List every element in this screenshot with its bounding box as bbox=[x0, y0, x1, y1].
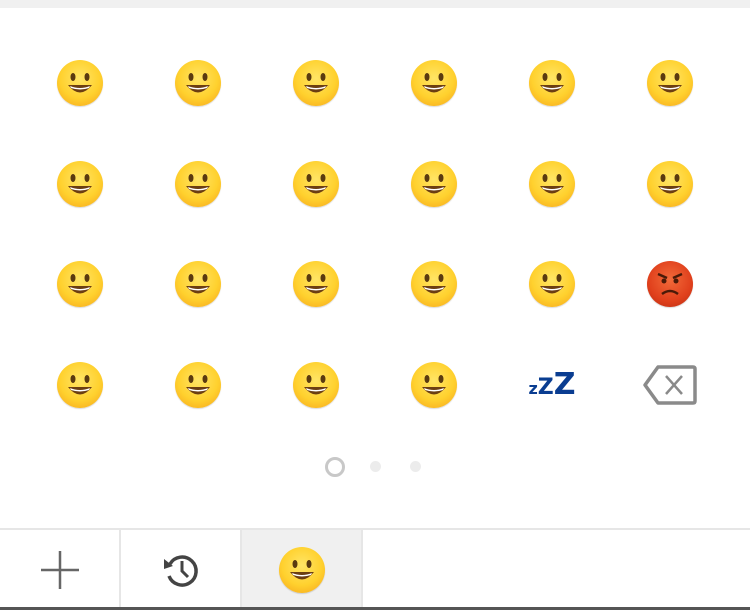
emoji-winking-face-with-tongue[interactable] bbox=[611, 134, 729, 235]
emoji-winking-face[interactable] bbox=[611, 33, 729, 134]
smiling-face-with-smiling-eyes-icon bbox=[57, 160, 103, 207]
thinking-face-icon bbox=[411, 261, 457, 308]
grinning-face-icon bbox=[278, 547, 325, 593]
emoji-heart-eyes-face[interactable] bbox=[257, 134, 375, 235]
emoji-grinning-face[interactable] bbox=[21, 33, 139, 134]
page-dot-2[interactable] bbox=[370, 461, 381, 472]
category-bar bbox=[0, 528, 750, 610]
sunglasses-face-icon bbox=[57, 261, 103, 308]
kissing-face-icon bbox=[529, 160, 575, 207]
winking-face-with-tongue-icon bbox=[647, 160, 693, 207]
grinning-face-icon bbox=[57, 60, 103, 107]
emoji-face-with-medical-mask[interactable] bbox=[257, 335, 375, 436]
emoji-face-with-steam[interactable] bbox=[21, 335, 139, 436]
backspace-button[interactable] bbox=[611, 335, 729, 436]
emoji-face-savoring-food[interactable] bbox=[139, 134, 257, 235]
emoji-grid: zZZ bbox=[21, 33, 729, 435]
emoji-pouting-face[interactable] bbox=[611, 234, 729, 335]
emoji-sunglasses-face[interactable] bbox=[21, 234, 139, 335]
squinting-laughing-face-icon bbox=[529, 60, 575, 107]
emoji-sleeping-face[interactable] bbox=[375, 335, 493, 436]
emoji-face-with-tears-of-joy[interactable] bbox=[257, 33, 375, 134]
face-blowing-kiss-icon bbox=[411, 160, 457, 207]
face-with-steam-icon bbox=[57, 361, 103, 408]
emoji-face-blowing-kiss[interactable] bbox=[375, 134, 493, 235]
grinning-face-with-sweat-icon bbox=[411, 60, 457, 107]
plus-icon bbox=[40, 551, 79, 589]
top-bar bbox=[0, 0, 750, 8]
page-indicator bbox=[0, 457, 750, 477]
emoji-unamused-face[interactable] bbox=[257, 234, 375, 335]
unamused-face-icon bbox=[293, 261, 339, 308]
pouting-face-icon bbox=[647, 261, 693, 308]
add-tab[interactable] bbox=[0, 530, 121, 610]
emoji-thinking-face[interactable] bbox=[375, 234, 493, 335]
emoji-smirking-face[interactable] bbox=[139, 234, 257, 335]
emoji-kissing-face[interactable] bbox=[493, 134, 611, 235]
emoji-smiling-face-with-smiling-eyes[interactable] bbox=[21, 134, 139, 235]
emoji-grinning-face-with-sweat[interactable] bbox=[375, 33, 493, 134]
backspace-icon bbox=[643, 365, 697, 405]
emoji-loudly-crying-face[interactable] bbox=[139, 335, 257, 436]
heart-eyes-face-icon bbox=[293, 160, 339, 207]
flushed-face-icon bbox=[529, 261, 575, 308]
page-dot-1[interactable] bbox=[325, 457, 345, 477]
loudly-crying-face-icon bbox=[175, 361, 221, 408]
emoji-zzz[interactable]: zZZ bbox=[493, 335, 611, 436]
face-savoring-food-icon bbox=[175, 160, 221, 207]
smirking-face-icon bbox=[175, 261, 221, 308]
face-with-tears-of-joy-icon bbox=[293, 60, 339, 107]
emoji-grimacing-face[interactable] bbox=[139, 33, 257, 134]
winking-face-icon bbox=[647, 60, 693, 107]
page-dot-3[interactable] bbox=[410, 461, 421, 472]
emoji-squinting-laughing-face[interactable] bbox=[493, 33, 611, 134]
smileys-tab[interactable] bbox=[242, 530, 363, 610]
face-with-medical-mask-icon bbox=[293, 361, 339, 408]
recent-tab[interactable] bbox=[121, 530, 242, 610]
grimacing-face-icon bbox=[175, 60, 221, 107]
zzz-icon: zZZ bbox=[528, 366, 576, 402]
sleeping-face-icon bbox=[411, 361, 457, 408]
history-icon bbox=[163, 555, 198, 587]
emoji-flushed-face[interactable] bbox=[493, 234, 611, 335]
